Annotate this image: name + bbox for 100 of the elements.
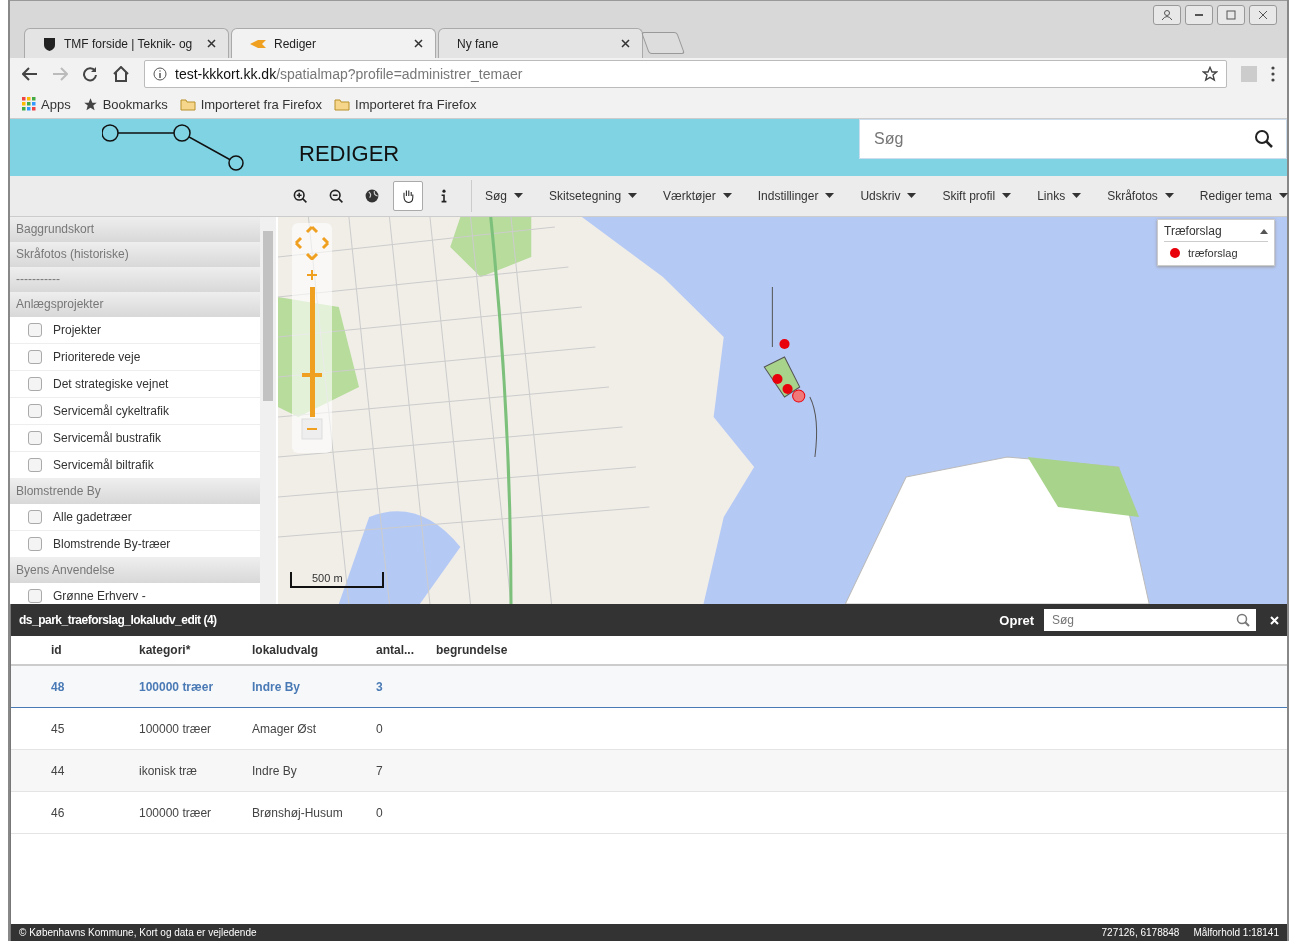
menu-dropdown[interactable]: Indstillinger [744, 189, 848, 203]
menu-dropdown[interactable]: Rediger tema [1186, 189, 1289, 203]
layer-item[interactable]: Servicemål bustrafik [10, 425, 260, 452]
info-icon [153, 67, 167, 81]
scrollbar[interactable] [260, 217, 276, 604]
bookmark-item[interactable]: Bookmarks [82, 96, 168, 112]
column-header[interactable]: kategori* [139, 643, 252, 657]
checkbox[interactable] [28, 589, 42, 603]
home-icon[interactable] [112, 66, 130, 82]
table-cell-text: 100000 træer [139, 679, 215, 694]
table-cell-text: 3 [376, 679, 384, 694]
menu-icon[interactable] [1271, 66, 1275, 82]
checkbox[interactable] [28, 510, 42, 524]
minimize-icon [1194, 14, 1204, 16]
layer-item[interactable]: Alle gadetræer [10, 504, 260, 531]
table-cell-text: 46 [51, 805, 66, 820]
table-cell-text: 7 [376, 763, 384, 778]
menu-dropdown[interactable]: Links [1024, 189, 1095, 203]
layer-item[interactable]: Servicemål cykeltrafik [10, 398, 260, 425]
close-icon [1258, 10, 1268, 20]
caret-icon [1002, 193, 1012, 199]
menu-dropdown[interactable]: Søg [472, 189, 536, 203]
menu-dropdown[interactable]: Skitsetegning [536, 189, 651, 203]
checkbox[interactable] [28, 323, 42, 337]
app-title: REDIGER [299, 141, 400, 168]
layer-group-header[interactable]: Byens Anvendelse [10, 558, 260, 583]
bookmark-item[interactable]: Apps [22, 96, 71, 112]
layer-item[interactable]: Det strategiske vejnet [10, 371, 260, 398]
legend-label: træforslag [1188, 247, 1238, 259]
browser-tab[interactable]: Ny fane [438, 28, 643, 58]
caret-icon [514, 193, 523, 199]
user-button[interactable] [1153, 5, 1181, 25]
close-icon[interactable] [1270, 615, 1279, 625]
layer-item[interactable]: Prioriterede veje [10, 344, 260, 371]
table-cell-text: 100000 træer [139, 721, 213, 736]
checkbox[interactable] [28, 350, 42, 364]
checkbox[interactable] [28, 537, 42, 551]
close-tab-icon[interactable] [621, 39, 630, 48]
layer-group-header[interactable]: Baggrundskort [10, 217, 260, 242]
caret-icon [1278, 193, 1288, 199]
caret-icon [628, 193, 638, 199]
caret-icon [825, 193, 835, 199]
address-bar[interactable]: test-kkkort.kk.dk/spatialmap?profile=administrer_temaer [144, 60, 1227, 88]
column-header[interactable]: lokaludvalg [252, 643, 376, 657]
layer-group-header[interactable]: ----------- [10, 267, 260, 292]
table-cell-text: 48 [51, 679, 66, 694]
folder-icon [334, 97, 351, 111]
checkbox[interactable] [28, 404, 42, 418]
arrow-icon [250, 39, 266, 48]
bookmark-item[interactable]: Importeret fra Firefox [179, 96, 323, 112]
table-cell-text: ikonisk træ [139, 763, 198, 778]
table-row[interactable]: 44 ikonisk træ Indre By 7 [11, 750, 1287, 792]
caret-icon [722, 193, 732, 199]
menu-dropdown[interactable]: Skråfotos [1094, 189, 1187, 203]
legend-title: Træforslag [1164, 224, 1222, 238]
star-icon[interactable] [1202, 66, 1218, 82]
create-button[interactable]: Opret [999, 612, 1034, 628]
column-header[interactable]: id [51, 643, 139, 657]
table-cell-text: 0 [376, 721, 384, 736]
close-window-button[interactable] [1249, 5, 1277, 25]
table-cell-text: Amager Øst [252, 721, 318, 736]
layer-group-header[interactable]: Anlægsprojekter [10, 292, 260, 317]
scale-bar: 500 m [290, 572, 384, 588]
map-scale-text: Målforhold 1:18141 [1193, 927, 1279, 938]
table-row[interactable]: 48 100000 træer Indre By 3 [11, 666, 1287, 708]
checkbox[interactable] [28, 431, 42, 445]
maximize-icon [1226, 10, 1236, 20]
layer-group-header[interactable]: Skråfotos (historiske) [10, 242, 260, 267]
collapse-caret-icon[interactable] [1260, 228, 1268, 234]
reload-icon[interactable] [82, 66, 98, 82]
close-tab-icon[interactable] [207, 39, 216, 48]
bookmark-item[interactable]: Importeret fra Firefox [334, 96, 477, 112]
menu-dropdown[interactable]: Udskriv [847, 189, 930, 203]
column-header[interactable]: antal... [376, 643, 436, 657]
folder-icon [179, 97, 196, 111]
menu-dropdown[interactable]: Værktøjer [650, 189, 745, 203]
apps-grid-icon [22, 97, 36, 111]
checkbox[interactable] [28, 377, 42, 391]
browser-tab[interactable]: TMF forside | Teknik- og [24, 28, 229, 58]
table-search-bar[interactable]: Søg [1044, 609, 1256, 631]
table-cell-text: 0 [376, 805, 384, 820]
back-icon[interactable] [22, 67, 38, 81]
table-cell-text: 100000 træer [139, 805, 213, 820]
caret-icon [907, 193, 917, 199]
layer-group-header[interactable]: Blomstrende By [10, 479, 260, 504]
table-row[interactable]: 46 100000 træer Brønshøj-Husum 0 [11, 792, 1287, 834]
table-cell-text: Indre By [252, 679, 301, 694]
hand-tool[interactable] [393, 181, 423, 211]
checkbox[interactable] [28, 458, 42, 472]
column-header[interactable]: begrundelse [436, 643, 1287, 657]
close-tab-icon[interactable] [414, 39, 423, 48]
search-icon[interactable] [1254, 129, 1274, 149]
star-icon [82, 96, 98, 112]
layer-item[interactable]: Projekter [10, 317, 260, 344]
menu-dropdown[interactable]: Skift profil [929, 189, 1025, 203]
minimize-button[interactable] [1185, 5, 1213, 25]
zoom-slider-drawing[interactable] [292, 223, 332, 453]
search-bar[interactable]: Søg [859, 119, 1287, 159]
browser-tab[interactable]: Rediger [231, 28, 436, 58]
table-cell-text: Indre By [252, 763, 298, 778]
